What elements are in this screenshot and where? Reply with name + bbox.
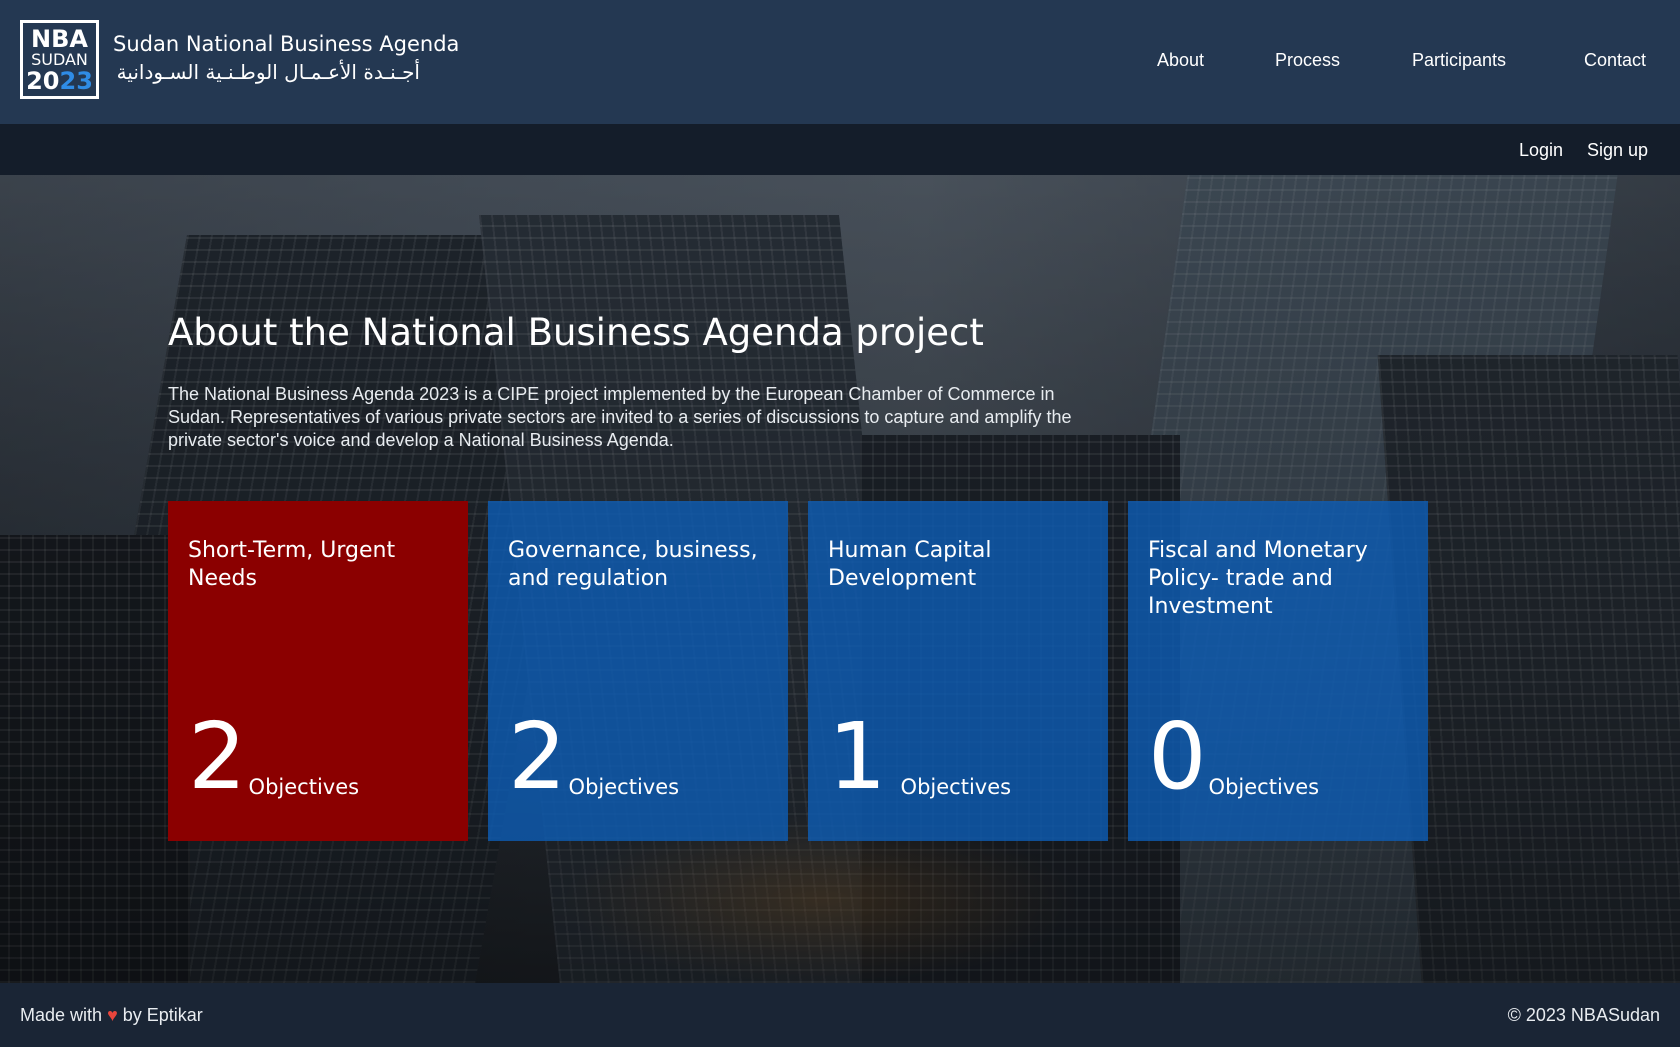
card-title: Governance, business, and regulation (508, 538, 758, 591)
page-title: About the National Business Agenda proje… (168, 311, 984, 354)
logo-year-text: 2023 (26, 67, 93, 95)
copyright-text: © 2023 NBASudan (1507, 1005, 1660, 1025)
logo-sudan-text: SUDAN (31, 50, 88, 69)
brand-title-english[interactable]: Sudan National Business Agenda (113, 32, 459, 56)
account-bar: Login Sign up (0, 124, 1680, 175)
card-title: Fiscal and Monetary Policy- trade and In… (1148, 538, 1368, 619)
objective-unit: Objectives (248, 775, 360, 799)
objective-unit: Objectives (568, 775, 680, 799)
objective-cards: Short-Term, Urgent Needs 2Objectives Gov… (168, 501, 1428, 841)
card-count: 0Objectives (1148, 711, 1319, 803)
objective-count: 0 (1148, 703, 1207, 810)
project-description: The National Business Agenda 2023 is a C… (168, 384, 1072, 450)
nav-process[interactable]: Process (1275, 50, 1340, 71)
objective-count: 2 (188, 703, 247, 810)
hero-section: About the National Business Agenda proje… (0, 175, 1680, 983)
card-fiscal-monetary-policy[interactable]: Fiscal and Monetary Policy- trade and In… (1128, 501, 1428, 841)
objective-unit: Objectives (900, 775, 1012, 799)
objective-count: 1 (828, 703, 887, 810)
signup-link[interactable]: Sign up (1587, 140, 1648, 161)
objective-unit: Objectives (1208, 775, 1320, 799)
card-title: Human Capital Development (828, 538, 992, 591)
card-short-term-urgent-needs[interactable]: Short-Term, Urgent Needs 2Objectives (168, 501, 468, 841)
nav-participants[interactable]: Participants (1412, 50, 1506, 71)
card-count: 2Objectives (188, 711, 359, 803)
card-human-capital-development[interactable]: Human Capital Development 1 Objectives (808, 501, 1108, 841)
eptikar-credit-link[interactable]: by Eptikar (123, 1005, 203, 1025)
heart-icon: ♥ (107, 1005, 118, 1025)
card-title: Short-Term, Urgent Needs (188, 538, 396, 591)
nav-contact[interactable]: Contact (1584, 50, 1646, 71)
objective-count: 2 (508, 703, 567, 810)
card-count: 2Objectives (508, 711, 679, 803)
card-governance-business-regulation[interactable]: Governance, business, and regulation 2Ob… (488, 501, 788, 841)
nav-about[interactable]: About (1157, 50, 1204, 71)
nba-sudan-logo[interactable]: NBA SUDAN 2023 (20, 20, 99, 99)
made-with-credit: Made with ♥ by Eptikar (20, 1005, 203, 1026)
made-with-text: Made with (20, 1005, 103, 1025)
login-link[interactable]: Login (1519, 140, 1563, 161)
card-count: 1 Objectives (828, 711, 1011, 803)
brand-title-arabic[interactable]: أجـنـدة الأعـمـال الوطـنـية السـودانية (113, 60, 420, 84)
site-header: NBA SUDAN 2023 Sudan National Business A… (0, 0, 1680, 124)
logo-nba-text: NBA (31, 25, 88, 53)
site-footer: Made with ♥ by Eptikar © 2023 NBASudan (0, 983, 1680, 1047)
